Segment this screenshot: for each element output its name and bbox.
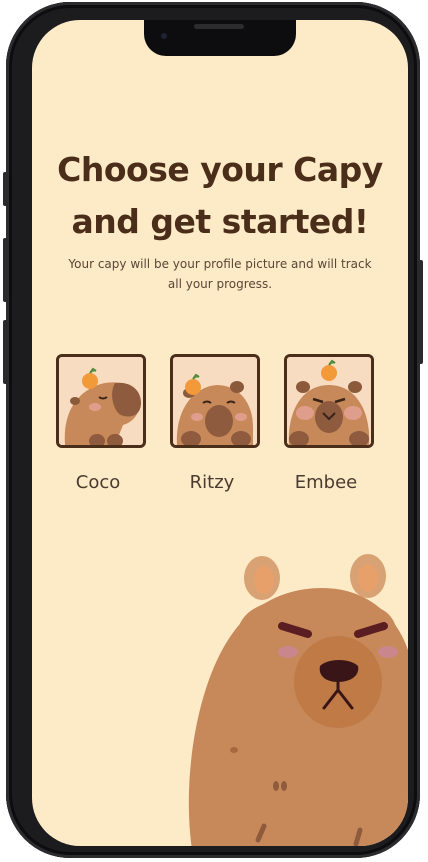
silent-switch [3,172,9,206]
capy-option-ritzy[interactable] [170,354,260,448]
capy-name-coco[interactable]: Coco [50,472,146,493]
capy-option-embee[interactable] [284,354,374,448]
volume-up-button [3,238,9,302]
speaker-grille [194,24,244,29]
capy-name-embee[interactable]: Embee [278,472,374,493]
capybara-pouting-icon [173,357,257,445]
capybara-grumpy-icon [287,357,371,445]
page-title: Choose your Capy and get started! [57,150,383,241]
app-screen: Choose your Capy and get started! Your c… [32,20,408,846]
power-button [417,260,423,364]
phone-frame: Choose your Capy and get started! Your c… [3,2,423,858]
notch [144,20,296,56]
volume-down-button [3,320,9,384]
front-camera-icon [158,30,170,42]
page-subtitle: Your capy will be your profile picture a… [68,257,372,291]
capy-name-ritzy[interactable]: Ritzy [164,472,260,493]
capybara-sleeping-icon [59,357,143,445]
capybara-illustration [188,554,408,846]
capy-option-coco[interactable] [56,354,146,448]
